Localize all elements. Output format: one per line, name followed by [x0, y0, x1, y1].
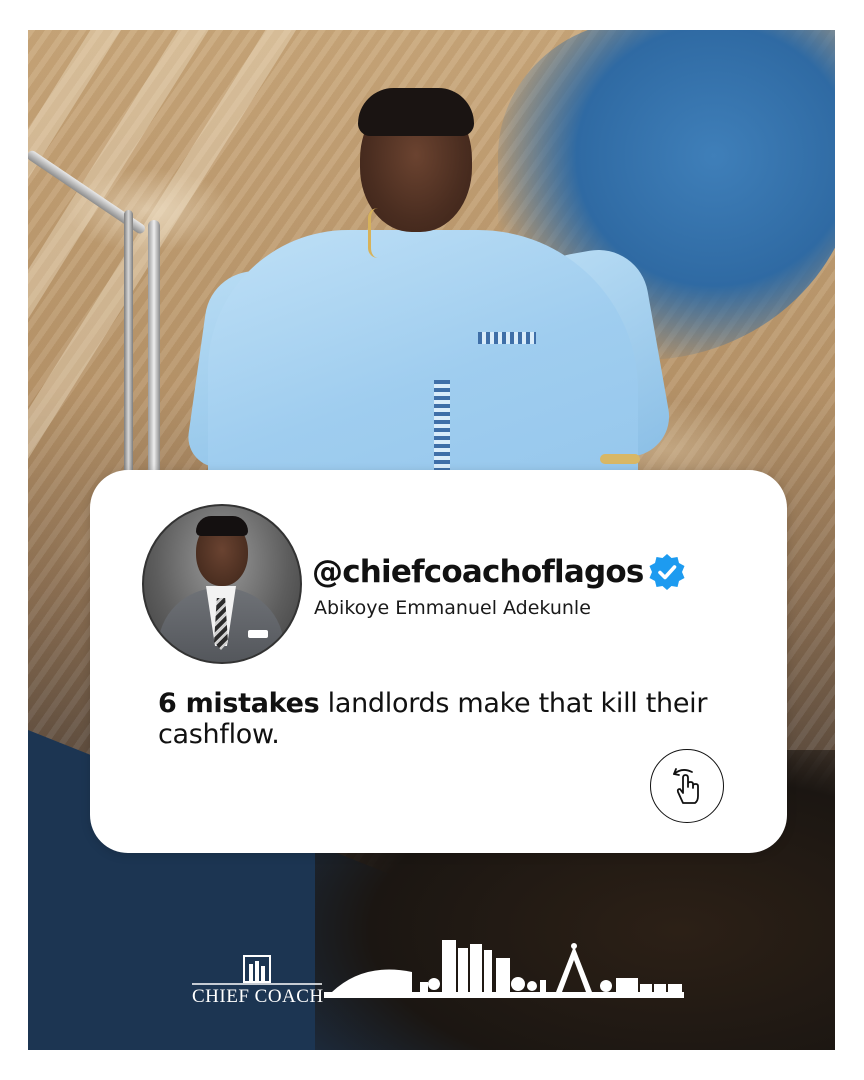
username-handle[interactable]: @chiefcoachoflagos: [312, 554, 644, 590]
person-hair: [358, 88, 474, 136]
avatar-hair: [196, 516, 248, 536]
avatar-pocket-square: [248, 630, 268, 638]
lagos-skyline-icon: [324, 940, 684, 998]
handrail-post: [124, 210, 133, 500]
post-text: 6 mistakes landlords make that kill thei…: [158, 688, 718, 750]
display-name: Abikoye Emmanuel Adekunle: [314, 597, 591, 619]
neck-chain: [368, 208, 389, 258]
verified-badge-icon: [649, 554, 684, 590]
swipe-button[interactable]: [650, 749, 724, 823]
post-card[interactable]: @chiefcoachoflagos Abikoye Emmanuel Adek…: [90, 470, 787, 853]
swipe-hand-icon: [673, 768, 699, 804]
brand-footer: CHIEF COACH: [192, 936, 684, 1007]
wrist-watch: [600, 454, 640, 464]
kaftan-pocket-pattern: [478, 332, 536, 344]
avatar[interactable]: [142, 504, 302, 664]
handle-row: @chiefcoachoflagos: [312, 552, 687, 592]
brand-name: CHIEF COACH: [192, 986, 324, 1007]
post-text-highlight: 6 mistakes: [158, 688, 320, 719]
